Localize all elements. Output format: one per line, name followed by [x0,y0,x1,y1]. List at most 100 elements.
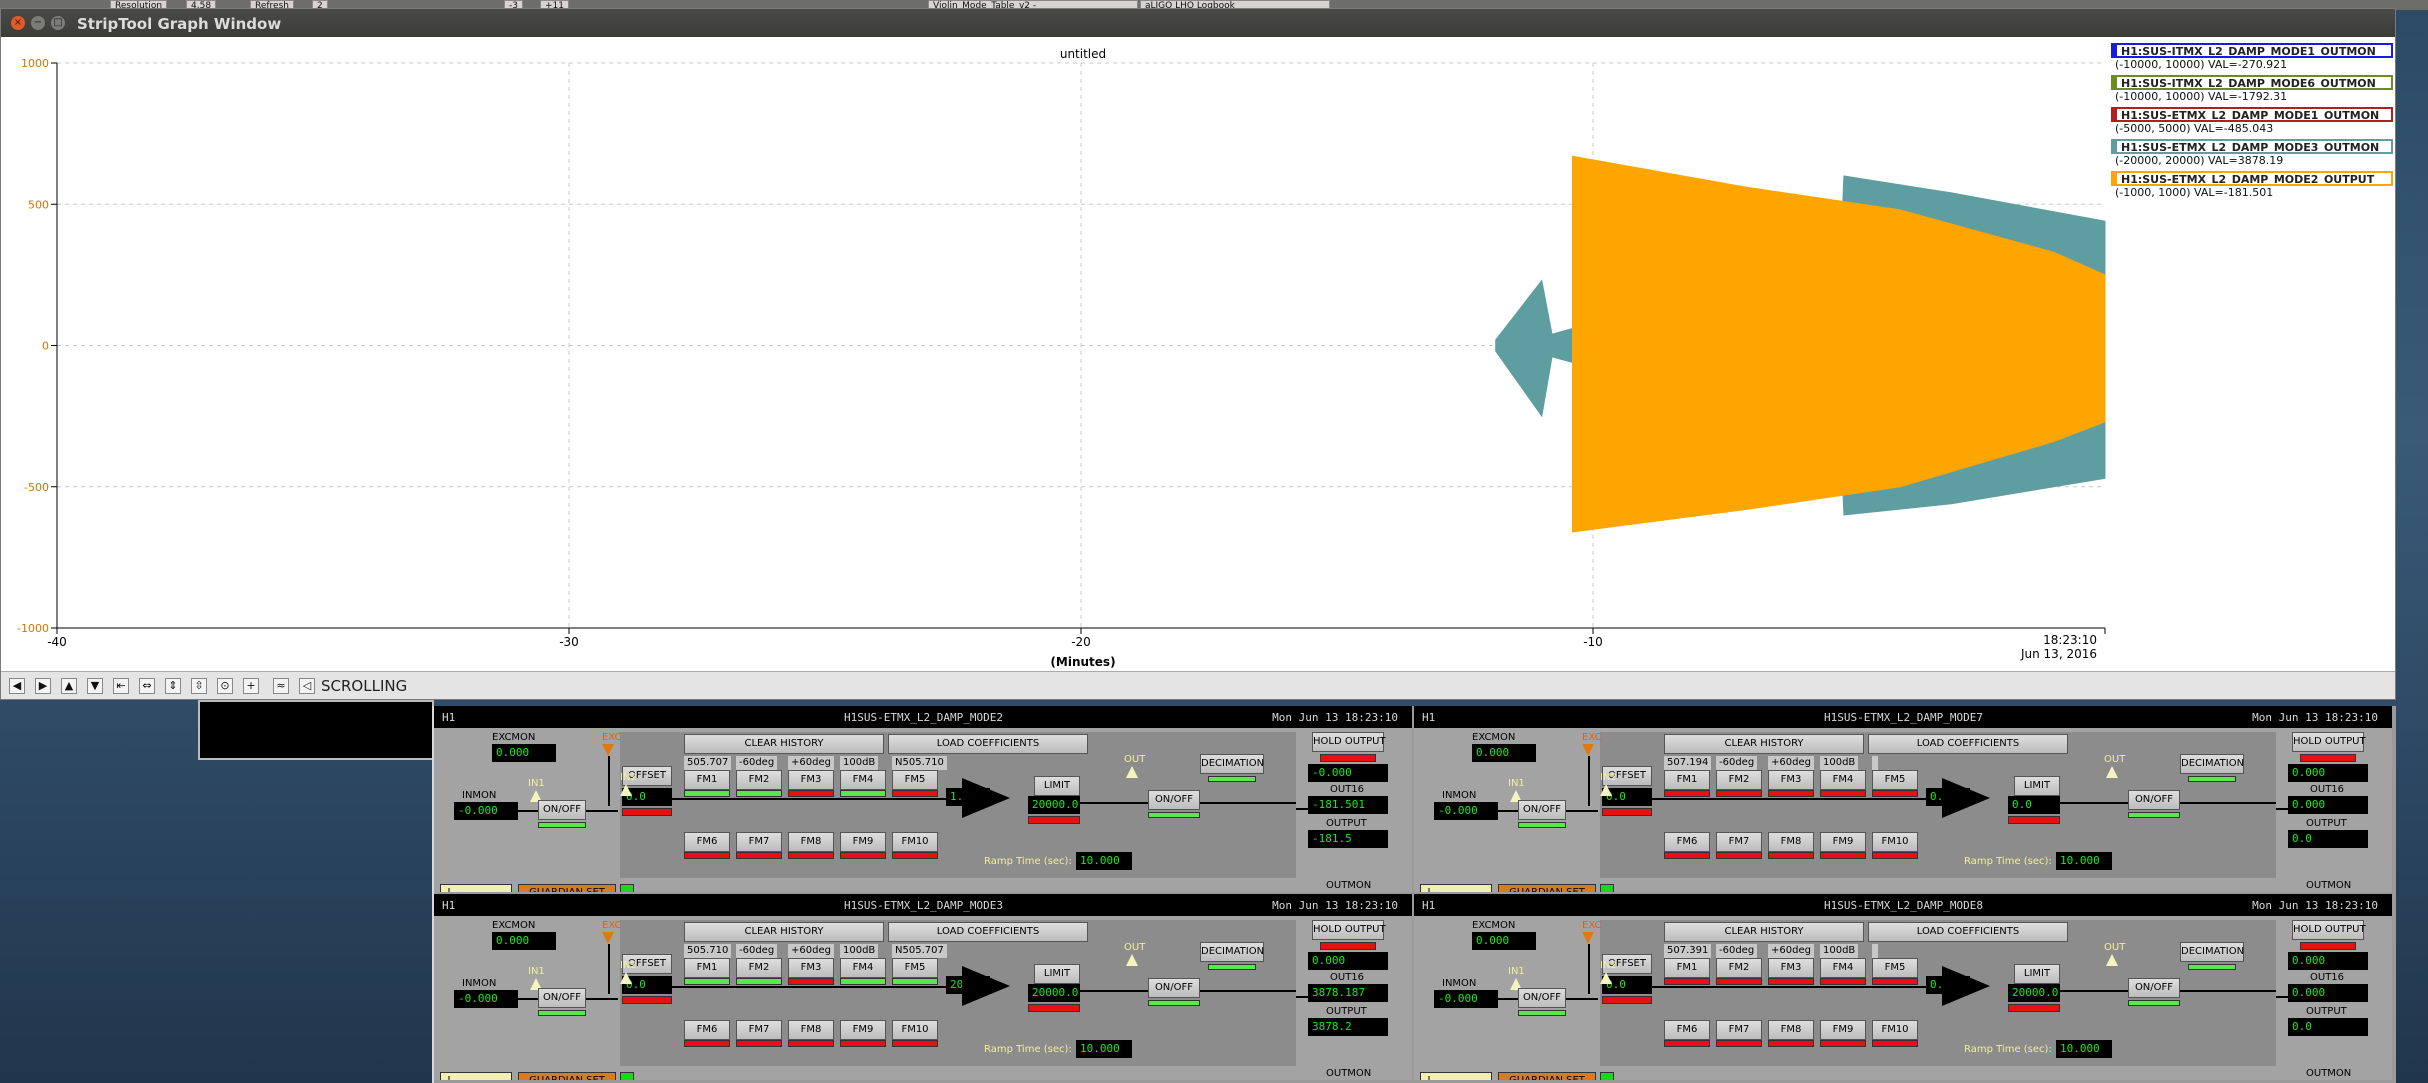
fm2-button[interactable]: FM2 [736,770,782,790]
strip-chart-area[interactable]: 1000 500 0 -500 -1000 -40 -30 -20 -10 18:23:10 Jun… [1,37,2395,671]
fm7-button[interactable]: FM7 [1716,832,1762,852]
load-coefficients-button[interactable]: LOAD COEFFICIENTS [1868,922,2068,942]
fm10-button[interactable]: FM10 [1872,1020,1918,1040]
fm1-button[interactable]: FM1 [1664,770,1710,790]
pan-right-icon[interactable]: ▶ [35,678,51,694]
fm8-button[interactable]: FM8 [1768,832,1814,852]
output-onoff-button[interactable]: ON/OFF [2128,978,2180,998]
output-onoff-button[interactable]: ON/OFF [2128,790,2180,810]
fm6-button[interactable]: FM6 [684,1020,730,1040]
out16-value: -181.501 [1308,796,1388,814]
window-titlebar[interactable]: × − □ StripTool Graph Window [1,9,2395,37]
scroll-mode-icon[interactable]: ◁ [299,678,315,694]
limit-button[interactable]: LIMIT [1034,776,1080,796]
close-icon[interactable]: × [11,16,25,30]
fm9-button[interactable]: FM9 [1820,832,1866,852]
fm3-button[interactable]: FM3 [1768,770,1814,790]
fm2-button[interactable]: FM2 [1716,958,1762,978]
legend-entry[interactable]: H1:SUS-ETMX_L2_DAMP_MODE2_OUTPUT (-1000, … [2111,171,2393,203]
pan-left-icon[interactable]: ◀ [9,678,25,694]
fm9-button[interactable]: FM9 [840,832,886,852]
limit-button[interactable]: LIMIT [2014,964,2060,984]
fm2-button[interactable]: FM2 [1716,770,1762,790]
fm6-button[interactable]: FM6 [1664,1020,1710,1040]
add-trace-icon[interactable]: + [243,678,259,694]
strip-chart[interactable]: 1000 500 0 -500 -1000-40 -30 -20 -10 18:23:10Jun… [1,37,2109,671]
zoom-x-out-icon[interactable]: ⇔ [139,678,155,694]
limit-button[interactable]: LIMIT [2014,776,2060,796]
fm4-button[interactable]: FM4 [840,958,886,978]
output-onoff-button[interactable]: ON/OFF [1148,978,1200,998]
fm5-button[interactable]: FM5 [892,770,938,790]
hold-output-button[interactable]: HOLD OUTPUT [2292,732,2366,752]
guardian-set-button[interactable]: GUARDIAN SET [1498,884,1596,892]
decimation-button[interactable]: DECIMATION [1200,754,1264,774]
pan-up-icon[interactable]: ▲ [61,678,77,694]
input-onoff-button[interactable]: ON/OFF [538,988,586,1008]
guardian-set-button[interactable]: GUARDIAN SET [518,884,616,892]
fm10-button[interactable]: FM10 [892,832,938,852]
fm4-button[interactable]: FM4 [840,770,886,790]
fm4-button[interactable]: FM4 [1820,770,1866,790]
fm3-button[interactable]: FM3 [788,958,834,978]
fm6-led [684,852,730,859]
auto-scale-icon[interactable]: ⊙ [217,678,233,694]
fm8-button[interactable]: FM8 [1768,1020,1814,1040]
minimize-icon[interactable]: − [31,16,45,30]
fm6-button[interactable]: FM6 [684,832,730,852]
fm2-button[interactable]: FM2 [736,958,782,978]
decimation-button[interactable]: DECIMATION [2180,754,2244,774]
legend-entry[interactable]: H1:SUS-ETMX_L2_DAMP_MODE3_OUTMON (-20000,… [2111,139,2393,171]
hold-output-button[interactable]: HOLD OUTPUT [1312,732,1386,752]
load-coefficients-button[interactable]: LOAD COEFFICIENTS [1868,734,2068,754]
legend-entry[interactable]: H1:SUS-ITMX_L2_DAMP_MODE6_OUTMON (-10000,… [2111,75,2393,107]
input-onoff-button[interactable]: ON/OFF [1518,800,1566,820]
fm7-button[interactable]: FM7 [736,1020,782,1040]
output-onoff-button[interactable]: ON/OFF [1148,790,1200,810]
decimation-button[interactable]: DECIMATION [2180,942,2244,962]
maximize-icon[interactable]: □ [51,16,65,30]
fm1-button[interactable]: FM1 [684,770,730,790]
fm10-button[interactable]: FM10 [892,1020,938,1040]
fm7-button[interactable]: FM7 [1716,1020,1762,1040]
fm10-button[interactable]: FM10 [1872,832,1918,852]
hold-output-button[interactable]: HOLD OUTPUT [2292,920,2366,940]
fm6-button[interactable]: FM6 [1664,832,1710,852]
fm3-button[interactable]: FM3 [788,770,834,790]
zoom-x-in-icon[interactable]: ⇤ [113,678,129,694]
legend-range: (-1000, 1000) [2115,186,2191,199]
out-label: OUT [1124,942,1146,953]
hold-output-button[interactable]: HOLD OUTPUT [1312,920,1386,940]
refresh-icon[interactable]: ≈ [273,678,289,694]
legend-entry[interactable]: H1:SUS-ETMX_L2_DAMP_MODE1_OUTMON (-5000, … [2111,107,2393,139]
fm4-button[interactable]: FM4 [1820,958,1866,978]
clear-history-button[interactable]: CLEAR HISTORY [1664,734,1864,754]
pan-down-icon[interactable]: ▼ [87,678,103,694]
fm9-button[interactable]: FM9 [840,1020,886,1040]
clear-history-button[interactable]: CLEAR HISTORY [1664,922,1864,942]
fm1-button[interactable]: FM1 [684,958,730,978]
guardian-status-led [1600,1072,1614,1080]
clear-history-button[interactable]: CLEAR HISTORY [684,922,884,942]
guardian-set-button[interactable]: GUARDIAN SET [1498,1072,1596,1080]
fm5-button[interactable]: FM5 [1872,770,1918,790]
zoom-y-in-icon[interactable]: ⇕ [165,678,181,694]
decimation-button[interactable]: DECIMATION [1200,942,1264,962]
clear-history-button[interactable]: CLEAR HISTORY [684,734,884,754]
input-onoff-button[interactable]: ON/OFF [1518,988,1566,1008]
guardian-set-button[interactable]: GUARDIAN SET [518,1072,616,1080]
legend-entry[interactable]: H1:SUS-ITMX_L2_DAMP_MODE1_OUTMON (-10000,… [2111,43,2393,75]
fm8-button[interactable]: FM8 [788,832,834,852]
load-coefficients-button[interactable]: LOAD COEFFICIENTS [888,922,1088,942]
limit-button[interactable]: LIMIT [1034,964,1080,984]
fm8-button[interactable]: FM8 [788,1020,834,1040]
fm3-button[interactable]: FM3 [1768,958,1814,978]
fm5-button[interactable]: FM5 [1872,958,1918,978]
input-onoff-button[interactable]: ON/OFF [538,800,586,820]
fm7-button[interactable]: FM7 [736,832,782,852]
load-coefficients-button[interactable]: LOAD COEFFICIENTS [888,734,1088,754]
fm1-button[interactable]: FM1 [1664,958,1710,978]
zoom-y-out-icon[interactable]: ⇳ [191,678,207,694]
fm9-button[interactable]: FM9 [1820,1020,1866,1040]
fm5-button[interactable]: FM5 [892,958,938,978]
